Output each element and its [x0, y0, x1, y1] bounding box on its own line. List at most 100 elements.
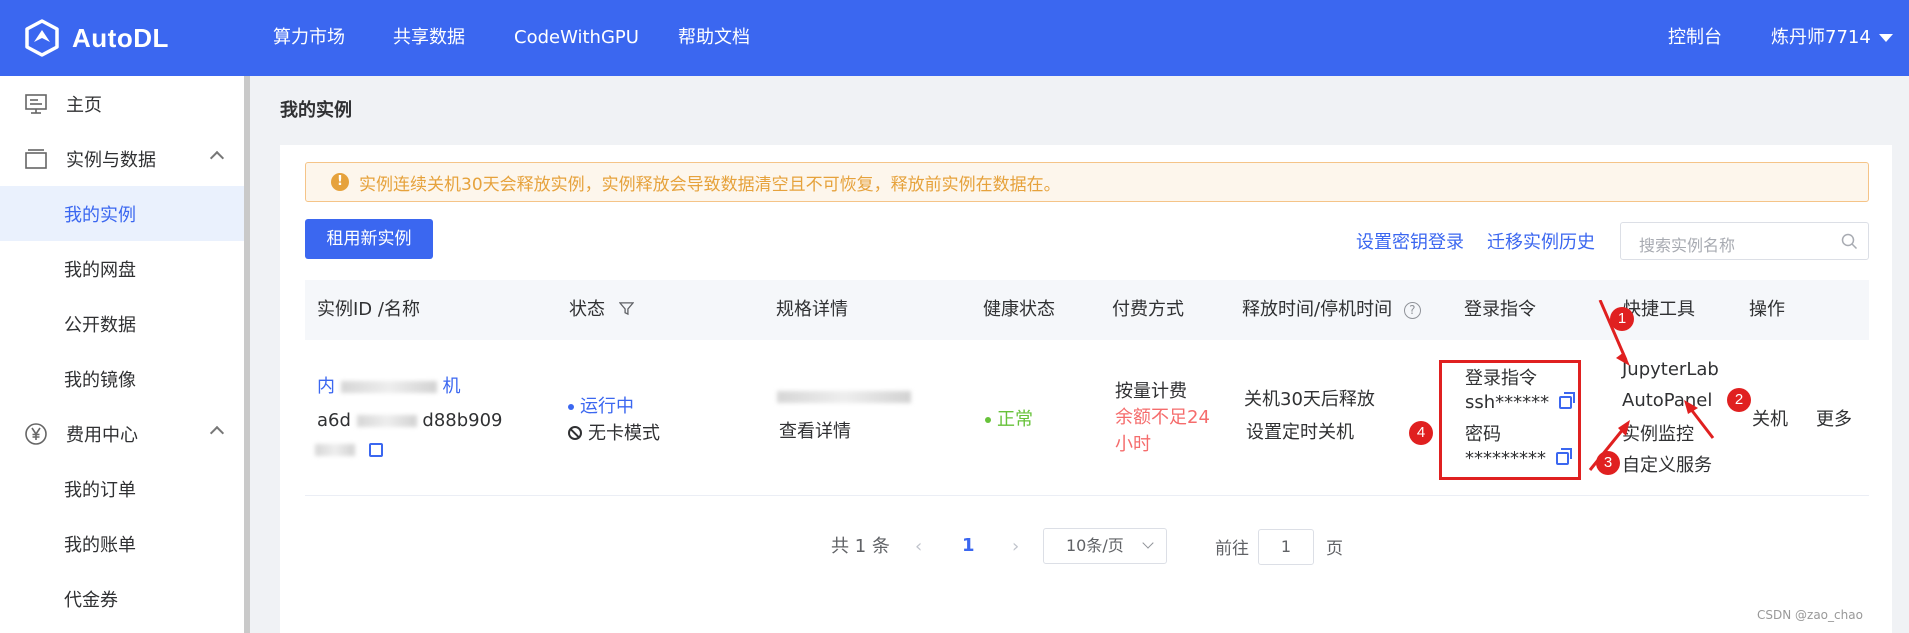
status-text: 运行中 [580, 396, 634, 417]
release-policy: 关机30天后释放 [1244, 389, 1375, 410]
nav-help-docs[interactable]: 帮助文档 [678, 0, 750, 76]
autodl-logo-icon [25, 19, 59, 57]
help-icon[interactable]: ? [1403, 302, 1421, 319]
sidebar-item-public-data[interactable]: 公开数据 [0, 296, 244, 351]
annotation-arrows [1588, 300, 1715, 471]
sidebar-item-my-orders[interactable]: 我的订单 [0, 461, 244, 516]
caret-down-icon [1878, 34, 1893, 42]
sidebar-item-my-bills[interactable]: 我的账单 [0, 516, 244, 571]
sidebar-item-my-images[interactable]: 我的镜像 [0, 351, 244, 406]
top-navbar: AutoDL 算力市场 共享数据 CodeWithGPU 帮助文档 控制台 炼丹… [0, 0, 1909, 76]
sidebar-item-label: 我的实例 [64, 204, 136, 226]
chevron-down-icon [1142, 537, 1154, 549]
instance-name[interactable]: 内 机 [317, 372, 460, 398]
sidebar-group-instances-data[interactable]: 实例与数据 [0, 131, 244, 186]
more-button[interactable]: 更多 [1816, 405, 1852, 431]
sidebar-item-my-netdisk[interactable]: 我的网盘 [0, 241, 244, 296]
pagination-page-1[interactable]: 1 [962, 535, 975, 556]
redacted-id [356, 415, 417, 427]
sidebar-item-label: 我的账单 [64, 534, 136, 556]
migrate-history-link[interactable]: 迁移实例历史 [1487, 228, 1595, 254]
health-text: 正常 [997, 409, 1033, 430]
no-gpu-icon [568, 426, 582, 440]
pay-method: 按量计费 [1115, 381, 1187, 402]
annotation-badge-4: 4 [1409, 421, 1433, 445]
instance-id-end: d88b909 [422, 410, 503, 431]
goto-page-input[interactable]: 1 [1258, 529, 1314, 565]
goto-label: 前往 [1215, 539, 1249, 559]
status-dot [568, 404, 574, 410]
status-running: 运行中 [568, 392, 634, 418]
spec-details-link[interactable]: 查看详情 [779, 417, 851, 443]
instance-name-end: 机 [442, 376, 461, 397]
col-release-time: 释放时间/停机时间 ? [1242, 280, 1421, 340]
col-payment: 付费方式 [1112, 299, 1184, 320]
health-status: 正常 [985, 405, 1033, 431]
sidebar-group-billing[interactable]: 费用中心 [0, 406, 244, 461]
alert-text: 实例连续关机30天会释放实例，实例释放会导致数据清空且不可恢复，释放前实例在数据… [359, 174, 1061, 195]
warning-icon: ! [331, 173, 349, 191]
instance-name-start: 内 [317, 376, 335, 397]
rent-new-instance-button[interactable]: 租用新实例 [305, 219, 433, 259]
search-input[interactable]: 搜索实例名称 [1620, 222, 1869, 260]
sidebar-item-label: 实例与数据 [66, 149, 156, 171]
set-key-login-link[interactable]: 设置密钥登录 [1356, 228, 1464, 254]
user-menu[interactable]: 炼丹师7714 [1771, 0, 1893, 76]
page-size-value: 10条/页 [1066, 536, 1124, 555]
watermark: CSDN @zao_chao [1757, 608, 1863, 622]
sidebar: 主页 实例与数据 我的实例 我的网盘 公开数据 我的镜像 费用中心 我的订单 我… [0, 76, 250, 633]
col-release-time-label: 释放时间/停机时间 [1242, 299, 1393, 320]
brand-logo[interactable]: AutoDL [22, 18, 169, 58]
col-status-label: 状态 [569, 299, 605, 320]
col-spec: 规格详情 [776, 299, 848, 320]
redacted-name [340, 381, 437, 393]
sidebar-item-vouchers[interactable]: 代金券 [0, 571, 244, 626]
sidebar-item-label: 主页 [66, 94, 102, 116]
col-health: 健康状态 [983, 299, 1055, 320]
page-title: 我的实例 [280, 100, 352, 121]
redacted-extra [315, 444, 355, 456]
page-suffix: 页 [1326, 539, 1343, 559]
nav-shared-data[interactable]: 共享数据 [393, 0, 465, 76]
release-warning-alert: ! 实例连续关机30天会释放实例，实例释放会导致数据清空且不可恢复，释放前实例在… [305, 162, 1869, 202]
col-instance-id: 实例ID /名称 [317, 299, 420, 320]
annotation-badge-2: 2 [1727, 388, 1751, 412]
instance-extra [315, 439, 383, 460]
nav-compute-market[interactable]: 算力市场 [273, 0, 345, 76]
annotation-badge-3: 3 [1596, 451, 1620, 475]
filter-icon[interactable] [618, 301, 635, 316]
sidebar-item-my-instances[interactable]: 我的实例 [0, 186, 244, 241]
sidebar-item-label: 代金券 [64, 589, 118, 611]
gpu-mode-text: 无卡模式 [588, 423, 660, 444]
yen-icon [25, 423, 47, 445]
row-divider [305, 495, 1869, 496]
redacted-spec [777, 391, 911, 403]
sidebar-item-label: 费用中心 [66, 424, 138, 446]
nav-codewithgpu[interactable]: CodeWithGPU [514, 0, 639, 76]
console-link[interactable]: 控制台 [1668, 0, 1722, 76]
edit-icon[interactable] [368, 443, 383, 457]
health-dot [985, 417, 991, 423]
page-size-select[interactable]: 10条/页 [1043, 528, 1167, 564]
chevron-up-icon [209, 150, 225, 166]
sidebar-item-home[interactable]: 主页 [0, 76, 244, 131]
instance-id-start: a6d [317, 410, 351, 431]
set-timed-shutdown-link[interactable]: 设置定时关机 [1246, 418, 1354, 444]
balance-warning: 余额不足24小时 [1115, 407, 1210, 455]
spec-summary [777, 386, 911, 407]
sidebar-item-label: 我的网盘 [64, 259, 136, 281]
chevron-up-icon [209, 425, 225, 441]
monitor-icon [25, 94, 47, 114]
sidebar-item-label: 我的订单 [64, 479, 136, 501]
search-icon [1841, 233, 1858, 250]
search-placeholder: 搜索实例名称 [1639, 236, 1736, 255]
sidebar-item-label: 公开数据 [64, 314, 136, 336]
pagination-total: 共 1 条 [831, 536, 890, 557]
col-status[interactable]: 状态 [569, 280, 635, 340]
pagination-prev-icon[interactable]: ‹ [915, 536, 922, 557]
brand-name: AutoDL [72, 22, 169, 53]
col-login-command: 登录指令 [1464, 299, 1536, 320]
instance-id: a6d d88b909 [317, 410, 503, 431]
pagination-next-icon[interactable]: › [1012, 536, 1019, 557]
window-icon [25, 149, 47, 169]
